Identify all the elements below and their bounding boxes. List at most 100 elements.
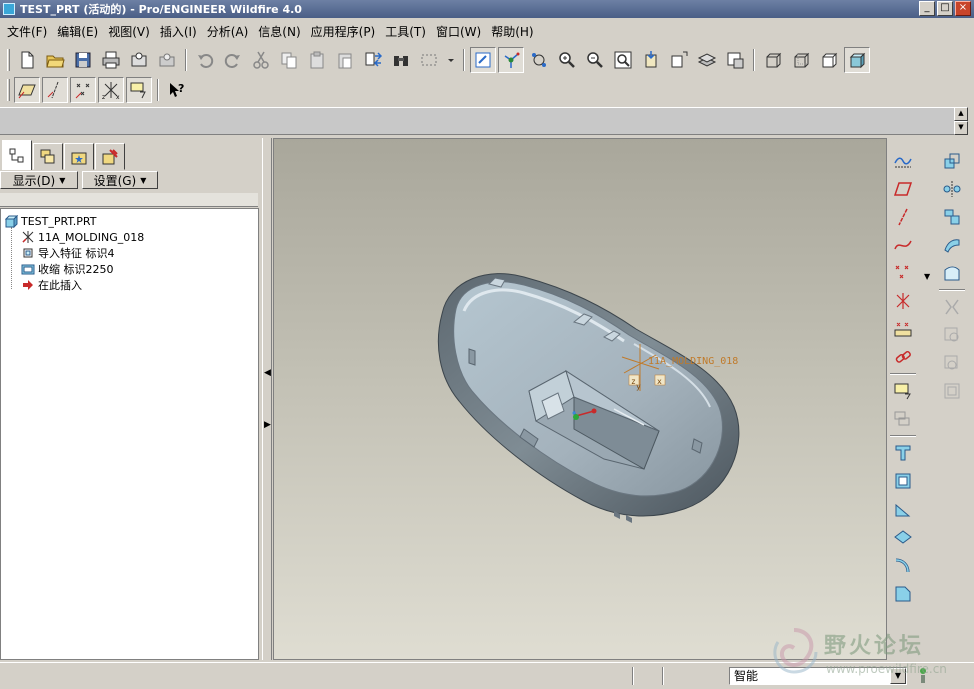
- tree-item-shrink[interactable]: 收缩 标识2250: [1, 261, 258, 277]
- solidify-button[interactable]: [939, 378, 965, 404]
- print-button[interactable]: [98, 47, 124, 73]
- note-button[interactable]: [890, 378, 916, 404]
- settings-button[interactable]: 设置(G) ▼: [82, 171, 158, 189]
- datum-point-button[interactable]: [890, 260, 916, 286]
- datum-points-toggle[interactable]: [70, 77, 96, 103]
- select-box-dropdown[interactable]: [444, 47, 458, 73]
- datum-curve-button[interactable]: [890, 232, 916, 258]
- menu-info[interactable]: 信息(N): [253, 23, 305, 40]
- csys-toggle[interactable]: zx: [98, 77, 124, 103]
- tree-item-import-feature[interactable]: 导入特征 标识4: [1, 245, 258, 261]
- shading-button[interactable]: [844, 47, 870, 73]
- menu-edit[interactable]: 编辑(E): [52, 23, 103, 40]
- email-link-button[interactable]: [154, 47, 180, 73]
- pattern-button[interactable]: [939, 204, 965, 230]
- maximize-button[interactable]: □: [937, 1, 953, 16]
- collapse-arrow-icon[interactable]: ◀: [264, 368, 271, 378]
- tab-model-tree[interactable]: [2, 140, 32, 170]
- menu-tools[interactable]: 工具(T): [380, 23, 431, 40]
- chain-button[interactable]: [890, 344, 916, 370]
- note-disabled-button[interactable]: [890, 406, 916, 432]
- tree-item-part[interactable]: TEST_PRT.PRT: [1, 213, 258, 229]
- csys-button[interactable]: [890, 288, 916, 314]
- tab-favorites[interactable]: [64, 143, 94, 170]
- zoom-out-button[interactable]: [582, 47, 608, 73]
- menu-analysis[interactable]: 分析(A): [202, 23, 254, 40]
- graphics-viewport[interactable]: 11A_MOLDING_018 z x y: [273, 138, 887, 660]
- menu-applications[interactable]: 应用程序(P): [306, 23, 381, 40]
- expand-arrow-icon[interactable]: ▶: [264, 420, 271, 430]
- revolve-button[interactable]: [890, 468, 916, 494]
- no-hidden-button[interactable]: [816, 47, 842, 73]
- tree-item-insert-here[interactable]: 在此插入: [1, 277, 258, 293]
- datum-plane-button[interactable]: [890, 176, 916, 202]
- copy-button[interactable]: [276, 47, 302, 73]
- email-button[interactable]: [126, 47, 152, 73]
- draft-button[interactable]: [890, 496, 916, 522]
- message-scrollbar[interactable]: ▲ ▼: [954, 107, 968, 135]
- zoom-in-button[interactable]: [554, 47, 580, 73]
- repaint-button[interactable]: [470, 47, 496, 73]
- view-manager-button[interactable]: [722, 47, 748, 73]
- toolbar-grip[interactable]: [7, 79, 10, 101]
- open-button[interactable]: [42, 47, 68, 73]
- datum-axes-toggle[interactable]: [42, 77, 68, 103]
- datum-point-dropdown-icon[interactable]: ▼: [924, 272, 930, 281]
- thicken-button[interactable]: [939, 350, 965, 376]
- close-button[interactable]: ×: [955, 1, 971, 16]
- chamfer-button[interactable]: [890, 580, 916, 606]
- extend-button[interactable]: [939, 260, 965, 286]
- paste-button[interactable]: [304, 47, 330, 73]
- menu-insert[interactable]: 插入(I): [155, 23, 202, 40]
- rib-button[interactable]: [890, 524, 916, 550]
- round-button[interactable]: [890, 552, 916, 578]
- datum-planes-toggle[interactable]: [14, 77, 40, 103]
- save-button[interactable]: [70, 47, 96, 73]
- saved-views-button[interactable]: [666, 47, 692, 73]
- panel-splitter[interactable]: ◀ ▶: [262, 138, 272, 660]
- select-box-button[interactable]: [416, 47, 442, 73]
- regenerate-button[interactable]: [360, 47, 386, 73]
- analysis-feature-button[interactable]: [890, 316, 916, 342]
- tab-connections[interactable]: [95, 143, 125, 170]
- reorient-button[interactable]: [638, 47, 664, 73]
- wireframe-button[interactable]: [760, 47, 786, 73]
- menu-help[interactable]: 帮助(H): [486, 23, 538, 40]
- extrude-button[interactable]: [890, 440, 916, 466]
- sketch-button[interactable]: [890, 148, 916, 174]
- coordinate-system-icon: zx: [102, 82, 120, 100]
- trim-button[interactable]: [939, 322, 965, 348]
- cut-button[interactable]: [248, 47, 274, 73]
- spin-center-button[interactable]: [498, 47, 524, 73]
- tab-layer-tree[interactable]: [33, 143, 63, 170]
- hidden-line-button[interactable]: [788, 47, 814, 73]
- undo-button[interactable]: [192, 47, 218, 73]
- merge-button[interactable]: [939, 294, 965, 320]
- context-help-button[interactable]: ?: [164, 77, 190, 103]
- tree-item-csys[interactable]: 11A_MOLDING_018: [1, 229, 258, 245]
- orient-mode-button[interactable]: [526, 47, 552, 73]
- refit-button[interactable]: [610, 47, 636, 73]
- menu-view[interactable]: 视图(V): [103, 23, 155, 40]
- copy-feature-button[interactable]: [939, 148, 965, 174]
- dropdown-arrow-icon: [448, 59, 454, 62]
- title-bar: TEST_PRT (活动的) - Pro/ENGINEER Wildfire 4…: [0, 0, 974, 18]
- paste-special-button[interactable]: [332, 47, 358, 73]
- csys-icon: [21, 230, 35, 244]
- new-button[interactable]: [14, 47, 40, 73]
- toolbar-grip[interactable]: [7, 49, 10, 71]
- copy-feature-icon: [944, 153, 960, 169]
- scroll-down-button[interactable]: ▼: [954, 121, 968, 135]
- offset-button[interactable]: [939, 232, 965, 258]
- datum-axis-button[interactable]: [890, 204, 916, 230]
- minimize-button[interactable]: _: [919, 1, 935, 16]
- show-button[interactable]: 显示(D) ▼: [0, 171, 78, 189]
- redo-button[interactable]: [220, 47, 246, 73]
- annotations-toggle[interactable]: [126, 77, 152, 103]
- find-button[interactable]: [388, 47, 414, 73]
- menu-file[interactable]: 文件(F): [2, 23, 52, 40]
- layers-button[interactable]: [694, 47, 720, 73]
- menu-window[interactable]: 窗口(W): [431, 23, 486, 40]
- mirror-button[interactable]: [939, 176, 965, 202]
- scroll-up-button[interactable]: ▲: [954, 107, 968, 121]
